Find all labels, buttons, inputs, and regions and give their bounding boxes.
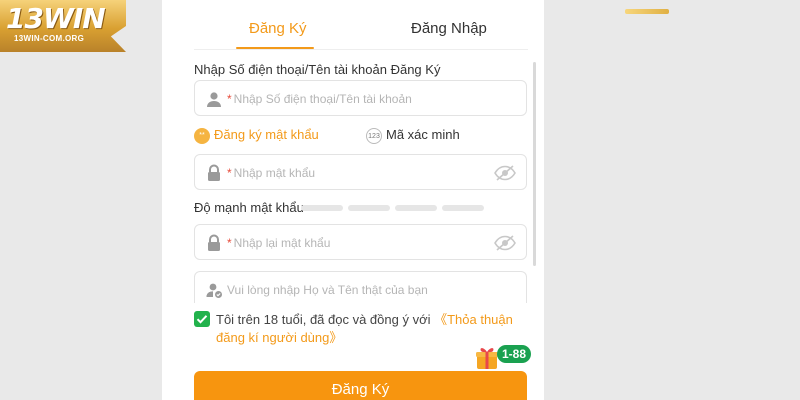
option-verification-code[interactable]: 123 Mã xác minh (366, 127, 460, 144)
password-input[interactable]: * Nhập mật khẩu (194, 154, 527, 190)
strength-bar-2 (348, 205, 390, 211)
account-placeholder: * Nhập Số điện thoại/Tên tài khoản (227, 92, 412, 106)
tab-login[interactable]: Đăng Nhập (411, 20, 487, 37)
logo-domain: 13WIN-COM.ORG (14, 34, 85, 43)
lock-icon (208, 164, 220, 181)
agree-checkbox[interactable] (194, 311, 210, 327)
check-icon (196, 315, 208, 324)
active-tab-indicator (236, 47, 314, 49)
required-mark: * (227, 92, 232, 106)
user-check-icon (206, 283, 222, 298)
register-submit-button[interactable]: Đăng Ký (194, 371, 527, 400)
realname-placeholder: Vui lòng nhập Họ và Tên thật của bạn (227, 283, 428, 297)
gift-icon[interactable] (474, 344, 500, 370)
option-password-label: Đăng ký mật khẩu (214, 127, 319, 142)
option-code-label: Mã xác minh (386, 127, 460, 142)
password-dots-icon: ** (194, 127, 210, 144)
tab-register[interactable]: Đăng Ký (249, 20, 307, 37)
required-mark: * (227, 166, 232, 180)
eye-hidden-icon[interactable] (494, 165, 516, 181)
decorative-bar (625, 9, 669, 14)
panel-scrollbar[interactable] (533, 62, 536, 266)
agreement-text: Tôi trên 18 tuổi, đã đọc và đồng ý với 《… (216, 311, 534, 347)
auth-tabs: Đăng Ký Đăng Nhập (194, 0, 528, 50)
code-123-icon: 123 (366, 127, 382, 144)
confirm-placeholder: * Nhập lại mật khẩu (227, 236, 330, 250)
strength-bar-4 (442, 205, 484, 211)
realname-input[interactable]: Vui lòng nhập Họ và Tên thật của bạn (194, 271, 527, 303)
option-register-password[interactable]: ** Đăng ký mật khẩu (194, 127, 319, 144)
strength-bar-1 (301, 205, 343, 211)
promo-badge[interactable]: 1-88 (497, 345, 532, 363)
account-label: Nhập Số điện thoại/Tên tài khoản Đăng Ký (194, 62, 441, 77)
password-strength-label: Độ mạnh mật khẩu (194, 200, 304, 215)
confirm-placeholder-text: Nhập lại mật khẩu (233, 236, 331, 250)
user-icon (207, 92, 221, 107)
confirm-password-input[interactable]: * Nhập lại mật khẩu (194, 224, 527, 260)
lock-icon (208, 234, 220, 251)
required-mark: * (227, 236, 232, 250)
logo-text: 13WIN (6, 2, 106, 35)
password-placeholder: * Nhập mật khẩu (227, 166, 315, 180)
agree-statement: Tôi trên 18 tuổi, đã đọc và đồng ý với (216, 312, 435, 327)
strength-bar-3 (395, 205, 437, 211)
password-placeholder-text: Nhập mật khẩu (233, 166, 316, 180)
brand-logo: 13WIN 13WIN-COM.ORG (0, 0, 126, 52)
account-input[interactable]: * Nhập Số điện thoại/Tên tài khoản (194, 80, 527, 116)
account-placeholder-text: Nhập Số điện thoại/Tên tài khoản (233, 92, 412, 106)
eye-hidden-icon[interactable] (494, 235, 516, 251)
